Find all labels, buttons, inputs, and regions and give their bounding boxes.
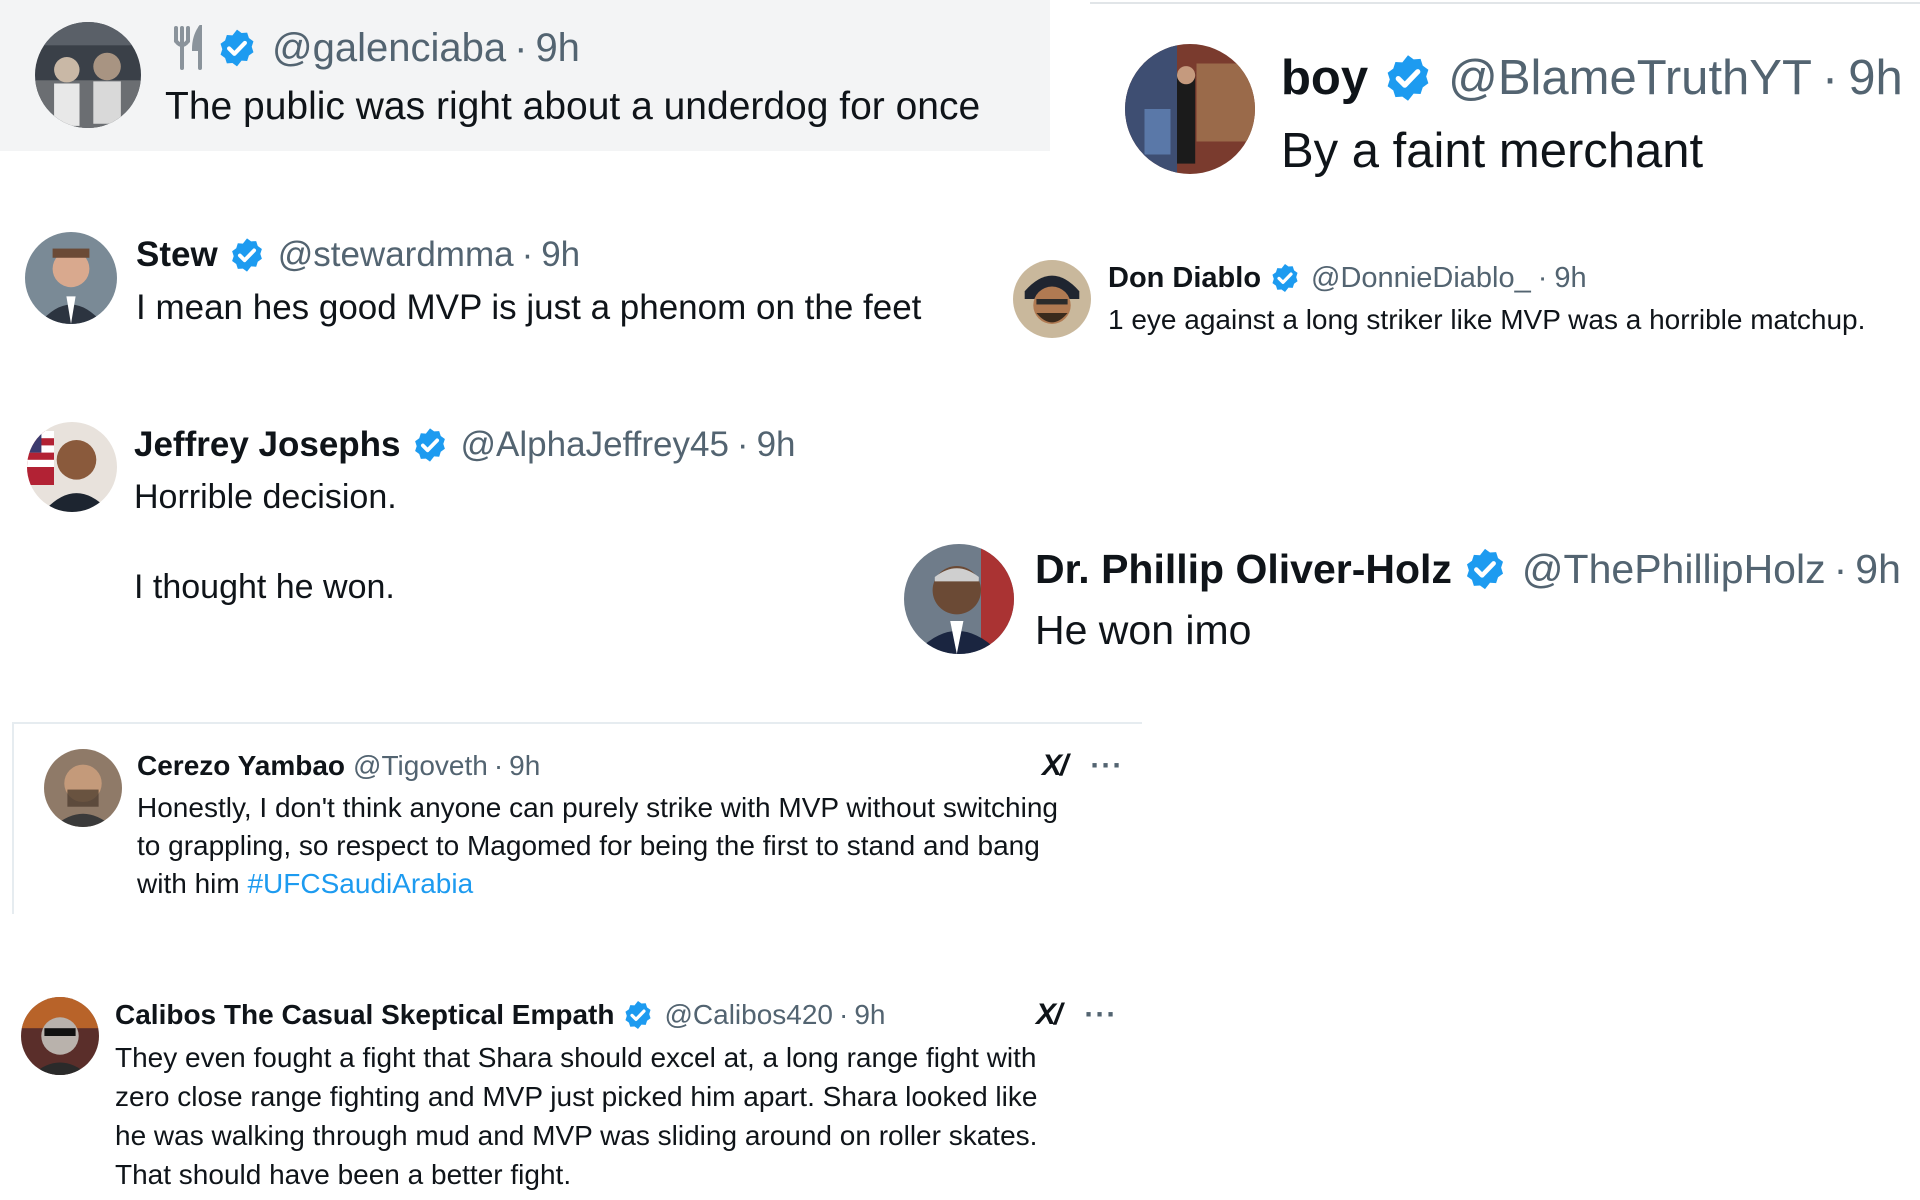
tweet-card-blametruth[interactable]: boy @BlameTruthYT · 9h By a faint mercha… xyxy=(1090,0,1920,190)
separator-dot: · xyxy=(1537,261,1548,294)
verified-badge-icon xyxy=(1382,52,1434,104)
tweet-text-line: They even fought a fight that Shara shou… xyxy=(115,1042,1037,1073)
separator-dot: · xyxy=(514,25,528,70)
display-name[interactable]: boy xyxy=(1281,50,1368,106)
user-handle[interactable]: @DonnieDiablo_ xyxy=(1311,262,1531,295)
user-handle[interactable]: @galenciaba xyxy=(272,26,506,71)
user-handle[interactable]: @Tigoveth xyxy=(353,750,488,782)
tweet-card-calibos[interactable]: Calibos The Casual Skeptical Empath @Cal… xyxy=(0,985,1140,1200)
avatar[interactable] xyxy=(35,22,141,128)
separator-dot: · xyxy=(521,235,534,274)
tweet-header: boy @BlameTruthYT · 9h xyxy=(1281,48,1903,108)
timestamp[interactable]: 9h xyxy=(1848,50,1903,106)
tweet-text-line: he was walking through mud and MVP was s… xyxy=(115,1120,1038,1151)
display-name[interactable]: Calibos The Casual Skeptical Empath xyxy=(115,999,614,1031)
avatar[interactable] xyxy=(1013,260,1091,338)
separator-dot: · xyxy=(839,999,849,1030)
avatar[interactable] xyxy=(25,232,117,324)
tweet-header: Calibos The Casual Skeptical Empath @Cal… xyxy=(115,995,886,1035)
fork-knife-icon xyxy=(170,21,206,71)
tweet-text-line: Horrible decision. xyxy=(134,478,397,516)
verified-badge-icon xyxy=(622,999,654,1031)
xai-grok-icon[interactable]: X/ xyxy=(1042,749,1068,783)
tweet-card-jeffrey[interactable]: Jeffrey Josephs @AlphaJeffrey45 · 9h Hor… xyxy=(0,410,900,610)
display-name[interactable]: Cerezo Yambao xyxy=(137,750,345,782)
tweet-header: Stew @stewardmma · 9h xyxy=(136,232,580,278)
tweet-text-line: with him #UFCSaudiArabia xyxy=(137,866,473,902)
tweet-text: He won imo xyxy=(1035,607,1252,653)
tweet-card-dondiablo[interactable]: Don Diablo @DonnieDiablo_ · 9h 1 eye aga… xyxy=(1000,250,1920,350)
verified-badge-icon xyxy=(1462,546,1508,592)
avatar[interactable] xyxy=(21,997,99,1075)
verified-badge-icon xyxy=(411,426,449,464)
display-name[interactable]: Dr. Phillip Oliver-Holz xyxy=(1035,546,1452,593)
timestamp[interactable]: 9h xyxy=(509,750,540,782)
more-options-icon[interactable]: ··· xyxy=(1090,749,1123,783)
tweet-card-phillip[interactable]: Dr. Phillip Oliver-Holz @ThePhillipHolz … xyxy=(880,530,1920,670)
tweet-text: 1 eye against a long striker like MVP wa… xyxy=(1108,304,1866,335)
xai-grok-icon[interactable]: X/ xyxy=(1036,998,1062,1032)
tweet-text-line: Honestly, I don't think anyone can purel… xyxy=(137,792,1058,823)
verified-badge-icon xyxy=(228,236,266,274)
tweet-card-galenciaba[interactable]: @galenciaba · 9h The public was right ab… xyxy=(0,0,1050,151)
tweet-actions: X/ ··· xyxy=(1036,995,1117,1035)
user-handle[interactable]: @ThePhillipHolz xyxy=(1522,546,1826,593)
tweet-text-line: to grappling, so respect to Magomed for … xyxy=(137,830,1040,861)
timestamp[interactable]: 9h xyxy=(541,235,580,275)
timestamp[interactable]: 9h xyxy=(757,425,796,465)
timestamp[interactable]: 9h xyxy=(1554,262,1586,295)
avatar[interactable] xyxy=(904,544,1014,654)
user-handle[interactable]: @AlphaJeffrey45 xyxy=(461,425,729,465)
tweet-text-line: zero close range fighting and MVP just p… xyxy=(115,1081,1038,1112)
user-handle[interactable]: @BlameTruthYT xyxy=(1448,50,1812,106)
tweet-text: The public was right about a underdog fo… xyxy=(165,85,981,128)
avatar[interactable] xyxy=(44,749,122,827)
user-handle[interactable]: @Calibos420 xyxy=(664,999,833,1031)
avatar[interactable] xyxy=(27,422,117,512)
user-handle[interactable]: @stewardmma xyxy=(278,235,514,275)
avatar[interactable] xyxy=(1125,44,1255,174)
divider xyxy=(1090,2,1920,4)
tweet-header: Dr. Phillip Oliver-Holz @ThePhillipHolz … xyxy=(1035,542,1901,596)
display-name[interactable]: Jeffrey Josephs xyxy=(134,425,401,465)
tweet-card-stew[interactable]: Stew @stewardmma · 9h I mean hes good MV… xyxy=(0,220,1000,340)
timestamp[interactable]: 9h xyxy=(854,999,885,1031)
separator-dot: · xyxy=(736,425,749,464)
timestamp[interactable]: 9h xyxy=(1855,546,1901,593)
tweet-actions: X/ ··· xyxy=(1042,746,1123,786)
card-top-border xyxy=(12,722,1142,724)
tweet-header: Jeffrey Josephs @AlphaJeffrey45 · 9h xyxy=(134,422,796,468)
hashtag-link[interactable]: #UFCSaudiArabia xyxy=(247,868,473,899)
more-options-icon[interactable]: ··· xyxy=(1084,998,1117,1032)
tweet-text-line: I thought he won. xyxy=(134,568,395,606)
tweet-header: Cerezo Yambao @Tigoveth · 9h xyxy=(137,746,540,786)
card-left-border xyxy=(12,722,14,914)
verified-badge-icon xyxy=(1269,262,1301,294)
separator-dot: · xyxy=(1821,51,1839,105)
tweet-header: @galenciaba · 9h xyxy=(170,21,580,74)
display-name[interactable]: Stew xyxy=(136,235,218,275)
tweet-text: I mean hes good MVP is just a phenom on … xyxy=(136,288,922,327)
separator-dot: · xyxy=(1833,545,1848,592)
tweet-text: By a faint merchant xyxy=(1281,124,1704,178)
tweet-header: Don Diablo @DonnieDiablo_ · 9h xyxy=(1108,258,1587,298)
tweet-card-cerezo[interactable]: Cerezo Yambao @Tigoveth · 9h X/ ··· Hone… xyxy=(12,722,1142,914)
timestamp[interactable]: 9h xyxy=(535,26,580,71)
display-name[interactable]: Don Diablo xyxy=(1108,262,1261,295)
tweet-text-line: That should have been a better fight. xyxy=(115,1159,572,1190)
verified-badge-icon xyxy=(216,27,258,69)
tweet-text-segment: with him xyxy=(137,868,248,899)
separator-dot: · xyxy=(493,750,504,781)
